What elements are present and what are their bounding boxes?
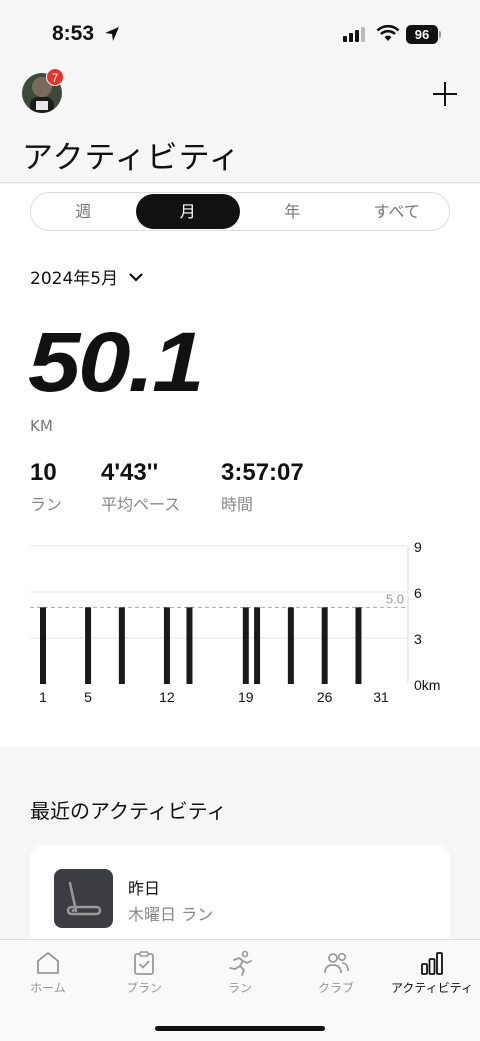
tab-activity-label: アクティビティ <box>391 981 473 995</box>
main-content: 週 月 年 すべて 2024年5月 50.1 KM 10 ラン 4'43'' 平… <box>0 184 480 747</box>
treadmill-icon <box>54 869 113 928</box>
segment-month[interactable]: 月 <box>135 194 240 229</box>
chart-bar <box>40 607 46 684</box>
people-icon <box>324 952 349 974</box>
chart-x-tick-label: 19 <box>238 689 254 704</box>
stat-time-label: 時間 <box>221 495 254 514</box>
header: 7 アクティビティ <box>0 68 480 183</box>
status-bar: 8:53 96 <box>0 0 480 70</box>
chart-y-tick-label: 6 <box>414 585 422 601</box>
home-icon <box>37 952 59 974</box>
chevron-down-icon <box>129 272 143 282</box>
chart-bar <box>355 607 362 684</box>
chart-x-tick-label: 26 <box>317 689 333 704</box>
chart-y-tick-label: 9 <box>414 539 422 555</box>
chart-y-tick-label: 0km <box>414 677 440 693</box>
chart-bar <box>163 607 170 684</box>
status-time: 8:53 <box>52 22 95 45</box>
page-title: アクティビティ <box>22 140 241 176</box>
recent-activities-section: 最近のアクティビティ 昨日 木曜日 ラン <box>0 747 480 955</box>
total-distance: 50.1 <box>28 315 204 409</box>
stat-avg-pace-label: 平均ペース <box>101 495 181 514</box>
chart-x-tick-label: 1 <box>39 689 47 704</box>
add-icon[interactable] <box>433 82 457 106</box>
chart-bar <box>242 607 249 684</box>
bar-chart-icon <box>421 952 443 975</box>
distance-unit: KM <box>30 417 53 435</box>
activity-card-title: 昨日 <box>128 879 161 898</box>
chart-bar <box>85 607 92 684</box>
tab-club-label: クラブ <box>317 981 354 995</box>
location-arrow-icon <box>105 27 119 41</box>
chart-x-tick-label: 5 <box>84 689 92 704</box>
battery-tip <box>439 31 441 38</box>
chart-bar <box>186 607 193 684</box>
segment-year[interactable]: 年 <box>240 193 345 230</box>
tab-home[interactable]: ホーム <box>0 950 96 996</box>
avatar-bib <box>36 101 48 110</box>
stat-runs: 10 ラン <box>30 459 62 515</box>
chart-bar <box>287 607 294 684</box>
clipboard-icon <box>134 951 154 975</box>
stat-time-value: 3:57:07 <box>221 459 304 486</box>
activity-card-subtitle: 木曜日 ラン <box>128 905 214 924</box>
stat-avg-pace: 4'43'' 平均ペース <box>101 459 180 515</box>
chart-x-tick-label: 12 <box>159 689 175 704</box>
chart-bar <box>118 607 125 684</box>
chart-x-tick-label: 31 <box>373 689 389 704</box>
notification-badge: 7 <box>46 68 64 86</box>
stat-runs-label: ラン <box>30 495 63 514</box>
period-label: 2024年5月 <box>30 269 119 289</box>
runner-icon <box>229 950 252 976</box>
tab-plan[interactable]: プラン <box>96 950 192 996</box>
period-segmented-control: 週 月 年 すべて <box>30 192 450 231</box>
segment-week[interactable]: 週 <box>31 193 136 230</box>
stat-time: 3:57:07 時間 <box>221 459 304 515</box>
stat-avg-pace-value: 4'43'' <box>101 459 159 486</box>
cellular-signal-icon <box>343 27 365 42</box>
period-selector[interactable]: 2024年5月 <box>30 264 144 289</box>
chart-bar <box>254 607 261 684</box>
recent-activities-title: 最近のアクティビティ <box>30 799 227 823</box>
segment-all[interactable]: すべて <box>345 193 450 230</box>
stat-runs-value: 10 <box>30 459 57 486</box>
battery-icon: 96 <box>406 25 438 44</box>
monthly-distance-chart: 9 6 3 0km 5.0 1 5 12 19 26 31 <box>30 539 440 704</box>
chart-bar <box>321 607 328 684</box>
tab-run[interactable]: ラン <box>192 950 288 996</box>
tab-home-label: ホーム <box>30 981 66 995</box>
tab-activity[interactable]: アクティビティ <box>384 950 480 996</box>
tab-plan-label: プラン <box>125 981 162 995</box>
tab-run-label: ラン <box>227 981 252 995</box>
chart-average-label: 5.0 <box>386 591 404 606</box>
home-indicator <box>155 1026 325 1031</box>
tab-club[interactable]: クラブ <box>288 950 384 996</box>
chart-y-tick-label: 3 <box>414 631 422 647</box>
tab-bar: ホーム プラン ラン クラブ アクティビティ <box>0 939 480 1041</box>
wifi-icon <box>376 24 400 41</box>
